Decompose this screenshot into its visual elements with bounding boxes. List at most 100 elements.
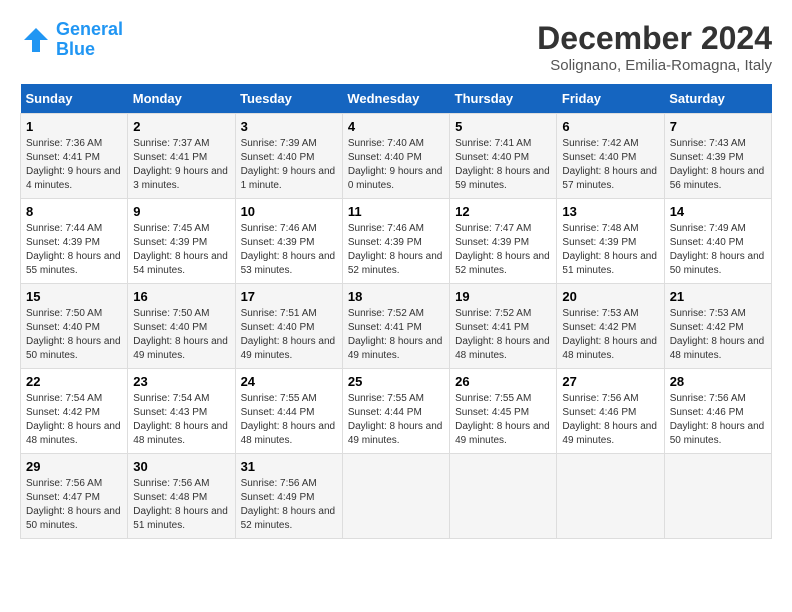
calendar-cell: 14Sunrise: 7:49 AMSunset: 4:40 PMDayligh… [664,199,771,284]
calendar-table: SundayMondayTuesdayWednesdayThursdayFrid… [20,84,772,539]
day-detail: Sunrise: 7:53 AMSunset: 4:42 PMDaylight:… [562,307,658,363]
calendar-cell: 27Sunrise: 7:56 AMSunset: 4:46 PMDayligh… [557,369,664,454]
header-day-thursday: Thursday [450,84,557,114]
day-detail: Sunrise: 7:55 AMSunset: 4:45 PMDaylight:… [455,392,551,448]
day-detail: Sunrise: 7:46 AMSunset: 4:39 PMDaylight:… [348,222,444,278]
calendar-cell: 28 Sunrise: 7:56 AMSunset: 4:46 PMDayligh… [664,369,771,454]
calendar-cell: 10 Sunrise: 7:46 AMSunset: 4:39 PMDayligh… [235,199,342,284]
calendar-cell [557,454,664,539]
day-number: 23 [133,374,229,389]
header: General Blue December 2024 Solignano, Em… [20,20,772,74]
calendar-cell: 21 Sunrise: 7:53 AMSunset: 4:42 PMDayligh… [664,284,771,369]
week-row-4: 22 Sunrise: 7:54 AMSunset: 4:42 PMDayligh… [21,369,772,454]
calendar-cell [664,454,771,539]
logo-icon [20,24,52,56]
day-detail: Sunrise: 7:43 AMSunset: 4:39 PMDaylight:… [670,137,766,193]
day-number: 6 [562,119,658,134]
day-detail: Sunrise: 7:52 AMSunset: 4:41 PMDaylight:… [348,307,444,363]
day-number: 16 [133,289,229,304]
header-day-monday: Monday [128,84,235,114]
calendar-cell [342,454,449,539]
header-row: SundayMondayTuesdayWednesdayThursdayFrid… [21,84,772,114]
logo-general: General [56,19,123,39]
day-detail: Sunrise: 7:39 AMSunset: 4:40 PMDaylight:… [241,137,337,193]
calendar-cell: 26 Sunrise: 7:55 AMSunset: 4:45 PMDayligh… [450,369,557,454]
logo: General Blue [20,20,123,60]
day-detail: Sunrise: 7:42 AMSunset: 4:40 PMDaylight:… [562,137,658,193]
page-title: December 2024 [537,20,772,57]
day-number: 15 [26,289,122,304]
calendar-cell: 11 Sunrise: 7:46 AMSunset: 4:39 PMDayligh… [342,199,449,284]
calendar-cell: 19Sunrise: 7:52 AMSunset: 4:41 PMDayligh… [450,284,557,369]
calendar-cell: 12Sunrise: 7:47 AMSunset: 4:39 PMDayligh… [450,199,557,284]
page-subtitle: Solignano, Emilia-Romagna, Italy [537,57,772,74]
day-detail: Sunrise: 7:56 AMSunset: 4:47 PMDaylight:… [26,477,122,533]
day-number: 10 [241,204,337,219]
day-detail: Sunrise: 7:55 AMSunset: 4:44 PMDaylight:… [241,392,337,448]
calendar-cell: 30 Sunrise: 7:56 AMSunset: 4:48 PMDayligh… [128,454,235,539]
day-number: 21 [670,289,766,304]
day-detail: Sunrise: 7:45 AMSunset: 4:39 PMDaylight:… [133,222,229,278]
day-number: 30 [133,459,229,474]
day-number: 2 [133,119,229,134]
day-number: 24 [241,374,337,389]
day-detail: Sunrise: 7:53 AMSunset: 4:42 PMDaylight:… [670,307,766,363]
day-detail: Sunrise: 7:54 AMSunset: 4:42 PMDaylight:… [26,392,122,448]
day-number: 12 [455,204,551,219]
week-row-5: 29 Sunrise: 7:56 AMSunset: 4:47 PMDayligh… [21,454,772,539]
day-detail: Sunrise: 7:50 AMSunset: 4:40 PMDaylight:… [133,307,229,363]
title-area: December 2024 Solignano, Emilia-Romagna,… [537,20,772,74]
calendar-cell: 18 Sunrise: 7:52 AMSunset: 4:41 PMDayligh… [342,284,449,369]
header-day-saturday: Saturday [664,84,771,114]
day-detail: Sunrise: 7:56 AMSunset: 4:46 PMDaylight:… [670,392,766,448]
calendar-cell: 17 Sunrise: 7:51 AMSunset: 4:40 PMDayligh… [235,284,342,369]
calendar-cell: 24 Sunrise: 7:55 AMSunset: 4:44 PMDayligh… [235,369,342,454]
calendar-cell: 4 Sunrise: 7:40 AMSunset: 4:40 PMDaylight… [342,114,449,199]
calendar-cell: 23 Sunrise: 7:54 AMSunset: 4:43 PMDayligh… [128,369,235,454]
day-detail: Sunrise: 7:40 AMSunset: 4:40 PMDaylight:… [348,137,444,193]
day-number: 31 [241,459,337,474]
calendar-cell: 8Sunrise: 7:44 AMSunset: 4:39 PMDaylight… [21,199,128,284]
calendar-cell: 31Sunrise: 7:56 AMSunset: 4:49 PMDayligh… [235,454,342,539]
day-detail: Sunrise: 7:51 AMSunset: 4:40 PMDaylight:… [241,307,337,363]
day-number: 13 [562,204,658,219]
day-number: 9 [133,204,229,219]
calendar-cell: 16 Sunrise: 7:50 AMSunset: 4:40 PMDayligh… [128,284,235,369]
day-detail: Sunrise: 7:46 AMSunset: 4:39 PMDaylight:… [241,222,337,278]
day-detail: Sunrise: 7:36 AMSunset: 4:41 PMDaylight:… [26,137,122,193]
day-number: 4 [348,119,444,134]
day-number: 22 [26,374,122,389]
header-day-friday: Friday [557,84,664,114]
day-number: 1 [26,119,122,134]
day-number: 7 [670,119,766,134]
day-detail: Sunrise: 7:41 AMSunset: 4:40 PMDaylight:… [455,137,551,193]
logo-text: General Blue [56,20,123,60]
day-number: 18 [348,289,444,304]
day-number: 3 [241,119,337,134]
calendar-cell: 6 Sunrise: 7:42 AMSunset: 4:40 PMDaylight… [557,114,664,199]
day-number: 26 [455,374,551,389]
day-number: 29 [26,459,122,474]
day-number: 20 [562,289,658,304]
calendar-cell: 15 Sunrise: 7:50 AMSunset: 4:40 PMDayligh… [21,284,128,369]
day-number: 28 [670,374,766,389]
calendar-cell: 13 Sunrise: 7:48 AMSunset: 4:39 PMDayligh… [557,199,664,284]
day-detail: Sunrise: 7:48 AMSunset: 4:39 PMDaylight:… [562,222,658,278]
calendar-cell: 1 Sunrise: 7:36 AMSunset: 4:41 PMDaylight… [21,114,128,199]
calendar-cell: 2Sunrise: 7:37 AMSunset: 4:41 PMDaylight… [128,114,235,199]
calendar-cell: 7 Sunrise: 7:43 AMSunset: 4:39 PMDaylight… [664,114,771,199]
day-detail: Sunrise: 7:56 AMSunset: 4:48 PMDaylight:… [133,477,229,533]
header-day-tuesday: Tuesday [235,84,342,114]
day-detail: Sunrise: 7:56 AMSunset: 4:46 PMDaylight:… [562,392,658,448]
calendar-cell [450,454,557,539]
day-number: 14 [670,204,766,219]
week-row-3: 15 Sunrise: 7:50 AMSunset: 4:40 PMDayligh… [21,284,772,369]
day-number: 11 [348,204,444,219]
calendar-cell: 5Sunrise: 7:41 AMSunset: 4:40 PMDaylight… [450,114,557,199]
day-detail: Sunrise: 7:50 AMSunset: 4:40 PMDaylight:… [26,307,122,363]
day-number: 25 [348,374,444,389]
day-detail: Sunrise: 7:54 AMSunset: 4:43 PMDaylight:… [133,392,229,448]
header-day-wednesday: Wednesday [342,84,449,114]
day-detail: Sunrise: 7:55 AMSunset: 4:44 PMDaylight:… [348,392,444,448]
day-number: 17 [241,289,337,304]
